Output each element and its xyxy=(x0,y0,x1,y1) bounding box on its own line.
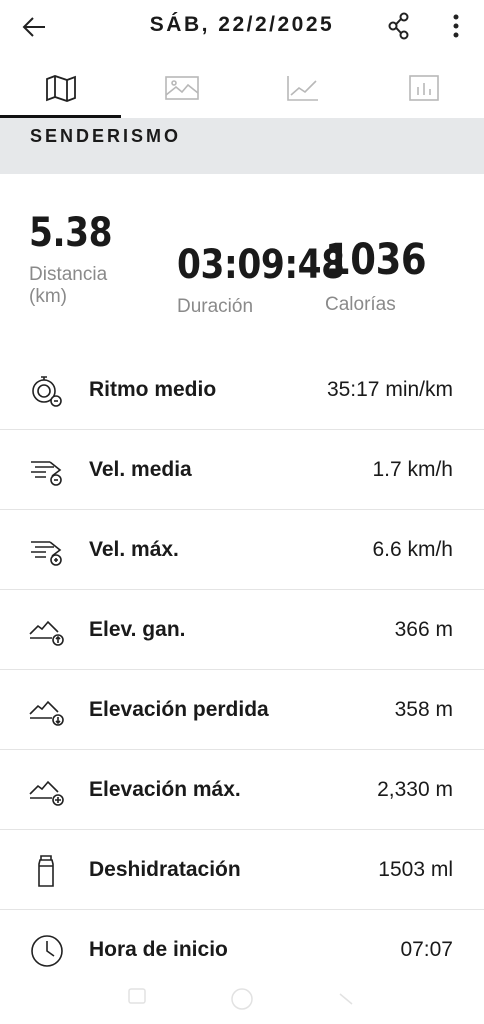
tab-laps[interactable] xyxy=(363,58,484,118)
distance-label: Distancia (km) xyxy=(29,264,108,307)
calories-label: Calorías xyxy=(325,294,396,315)
metric-label: Vel. máx. xyxy=(89,538,179,561)
metric-value: 1.7 km/h xyxy=(372,458,453,481)
activity-type-header: SENDERISMO xyxy=(0,118,484,174)
metric-label: Elevación máx. xyxy=(89,778,241,801)
speed-average-icon xyxy=(31,461,62,486)
top-bar: SÁB, 22/2/2025 xyxy=(0,0,484,56)
bottle-icon xyxy=(38,855,54,887)
metric-value: 35:17 min/km xyxy=(326,378,453,401)
stopwatch-pace-icon xyxy=(32,376,62,407)
tab-map[interactable] xyxy=(0,58,121,118)
metric-row-dehydration: Deshidratación 1503 ml xyxy=(0,830,484,910)
activity-type-label: SENDERISMO xyxy=(30,126,182,146)
metric-label: Hora de inicio xyxy=(89,938,228,961)
bar-chart-icon xyxy=(408,75,439,101)
back-nav-icon[interactable] xyxy=(336,986,358,1008)
metric-label: Ritmo medio xyxy=(89,378,217,401)
metric-label: Deshidratación xyxy=(89,858,241,881)
home-icon[interactable] xyxy=(229,986,255,1012)
elevation-max-icon xyxy=(29,780,64,806)
distance-value: 5.38 xyxy=(29,210,113,256)
more-vertical-icon[interactable] xyxy=(446,11,466,41)
image-icon xyxy=(164,76,199,100)
metric-value: 1503 ml xyxy=(378,858,453,881)
metric-value: 6.6 km/h xyxy=(372,538,453,561)
tab-bar xyxy=(0,58,484,118)
elevation-loss-icon xyxy=(29,700,64,726)
map-icon xyxy=(45,75,76,102)
elevation-gain-icon xyxy=(29,620,64,646)
metric-value: 358 m xyxy=(394,698,453,721)
metric-label: Elev. gan. xyxy=(89,618,186,641)
metric-label: Vel. media xyxy=(89,458,192,481)
metric-row-start-time: Hora de inicio 07:07 xyxy=(0,910,484,990)
share-icon[interactable] xyxy=(385,11,413,41)
metric-value: 07:07 xyxy=(400,938,453,961)
metric-row-elevation-loss: Elevación perdida 358 m xyxy=(0,670,484,750)
metrics-list: Ritmo medio 35:17 min/km Vel. media 1.7 … xyxy=(0,350,484,990)
metric-row-max-speed: Vel. máx. 6.6 km/h xyxy=(0,510,484,590)
metric-label: Elevación perdida xyxy=(89,698,269,721)
metric-value: 2,330 m xyxy=(377,778,453,801)
speed-max-icon xyxy=(31,541,62,566)
calories-stat: 1036 Calorías xyxy=(325,235,443,316)
metric-value: 366 m xyxy=(394,618,453,641)
calories-value: 1036 xyxy=(325,235,427,285)
distance-stat: 5.38 Distancia (km) xyxy=(29,210,126,308)
recent-apps-icon[interactable] xyxy=(126,986,148,1008)
line-chart-icon xyxy=(286,76,318,101)
metric-row-elevation-gain: Elev. gan. 366 m xyxy=(0,590,484,670)
tab-photos[interactable] xyxy=(121,58,242,118)
system-nav-bar xyxy=(0,982,484,1024)
clock-icon xyxy=(31,935,63,967)
tab-charts[interactable] xyxy=(242,58,363,118)
metric-row-avg-speed: Vel. media 1.7 km/h xyxy=(0,430,484,510)
metric-row-avg-pace: Ritmo medio 35:17 min/km xyxy=(0,350,484,430)
duration-value: 03:09:48 xyxy=(177,242,345,288)
metric-row-elevation-max: Elevación máx. 2,330 m xyxy=(0,750,484,830)
